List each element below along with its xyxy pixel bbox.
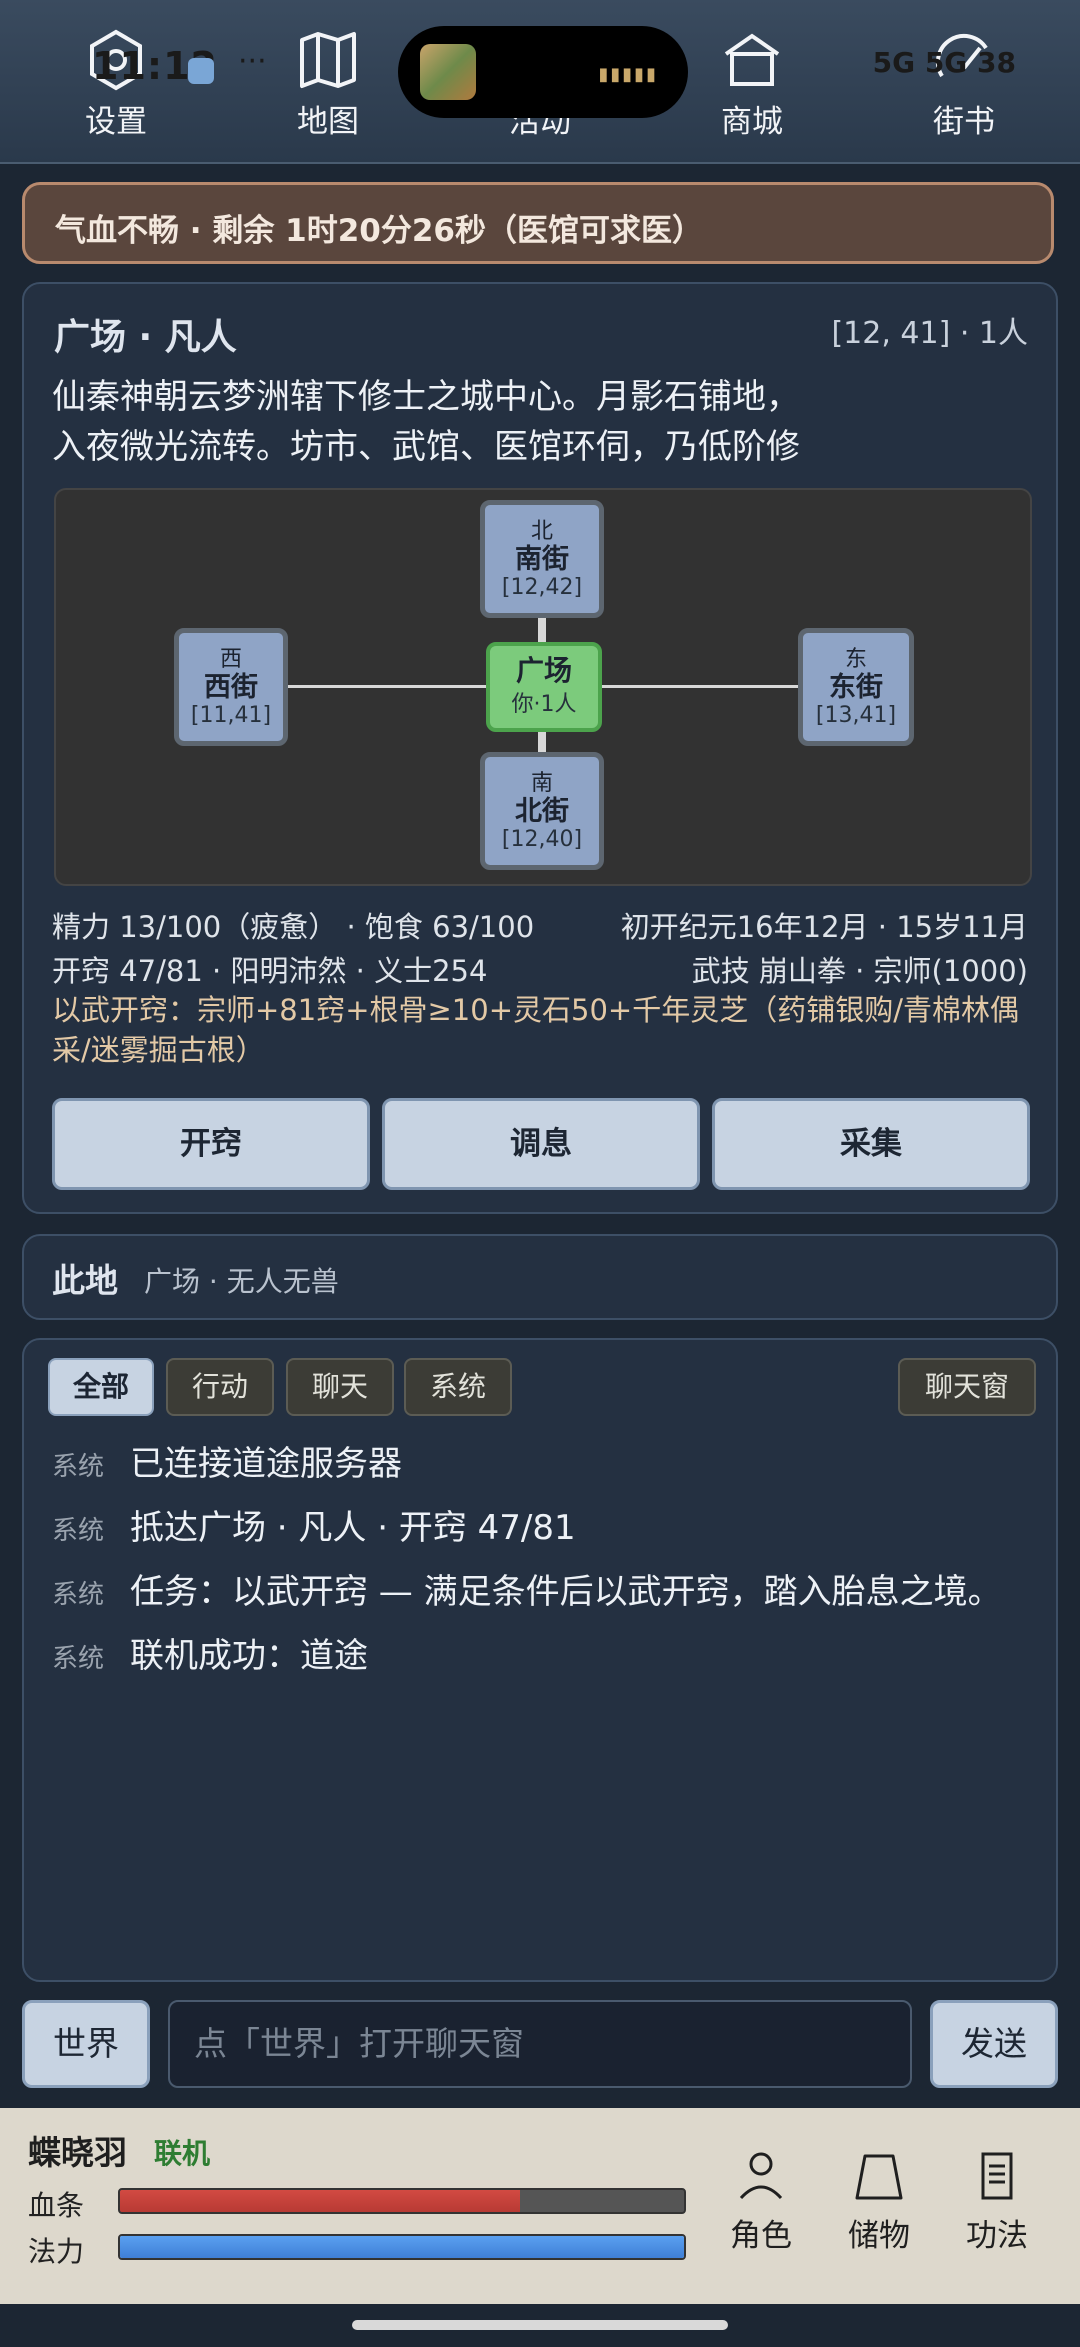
- here-panel: 此地 广场 · 无人无兽: [22, 1234, 1058, 1320]
- world-channel-button[interactable]: 世界: [22, 2000, 150, 2088]
- era-age-stat: 初开纪元16年12月 · 15岁11月: [620, 910, 1028, 944]
- log-panel: 全部 行动 聊天 系统 聊天窗 系统 已连接道途服务器 系统 抵达广场 · 凡人…: [22, 1338, 1058, 1982]
- bag-icon: [855, 2154, 903, 2200]
- home-indicator[interactable]: [352, 2320, 728, 2330]
- map-node-east[interactable]: 东 东街 [13,41]: [798, 628, 914, 746]
- hp-bar-fill: [120, 2190, 521, 2212]
- nav-map[interactable]: 地图: [258, 28, 398, 141]
- location-title: 广场 · 凡人: [54, 317, 237, 358]
- energy-satiety-stat: 精力 13/100（疲惫） · 饱食 63/100: [52, 910, 535, 944]
- map-node-south-name: 北街: [515, 796, 569, 827]
- location-description: 仙秦神朝云梦洲辖下修士之城中心。月影石铺地， 入夜微光流转。坊市、武馆、医馆环伺…: [52, 372, 1032, 472]
- techniques-label: 功法: [966, 2218, 1028, 2254]
- tab-actions[interactable]: 行动: [166, 1358, 274, 1416]
- nav-shop-label: 商城: [721, 104, 783, 140]
- map-node-south-coords: [12,40]: [501, 827, 583, 852]
- gather-button[interactable]: 采集: [712, 1098, 1030, 1190]
- meditate-button[interactable]: 调息: [382, 1098, 700, 1190]
- map-node-current-occupants: 你·1人: [511, 692, 577, 717]
- map-node-east-dir: 东: [844, 647, 867, 672]
- location-desc-line-2: 入夜微光流转。坊市、武馆、医馆环伺，乃低阶修: [52, 427, 800, 467]
- island-activity-bars: ▮▮▮▮▮: [598, 64, 658, 85]
- nav-map-label: 地图: [297, 104, 359, 140]
- nav-street-book-label: 街书: [933, 104, 995, 140]
- open-orifice-button[interactable]: 开窍: [52, 1098, 370, 1190]
- location-coords: [12, 41] · 1人: [831, 316, 1028, 351]
- character-button[interactable]: 角色: [706, 2148, 816, 2255]
- send-button[interactable]: 发送: [930, 2000, 1058, 2088]
- martial-skill-stat: 武技 崩山拳 · 宗师(1000): [691, 954, 1028, 988]
- breakthrough-requirement: 以武开窍：宗师+81窍+根骨≥10+灵石50+千年灵芝（药铺银购/青棉林偶采/迷…: [52, 993, 1019, 1067]
- map-node-south-dir: 南: [530, 771, 553, 796]
- log-message: 已连接道途服务器: [130, 1444, 402, 1484]
- debuff-banner: 气血不畅 · 剩余 1时20分26秒（医馆可求医）: [22, 182, 1054, 264]
- status-app-icon: [188, 58, 214, 84]
- log-message: 任务：以武开窍 — 满足条件后以武开窍，踏入胎息之境。: [130, 1572, 1002, 1612]
- status-more-dots: ···: [238, 44, 267, 79]
- hp-bar: [118, 2188, 686, 2214]
- map-node-current[interactable]: 广场 你·1人: [486, 642, 602, 732]
- debuff-text: 气血不畅 · 剩余 1时20分26秒（医馆可求医）: [55, 213, 704, 249]
- map-node-north-dir: 北: [530, 519, 553, 544]
- tab-system[interactable]: 系统: [404, 1358, 512, 1416]
- map-node-west-coords: [11,41]: [190, 703, 272, 728]
- map-node-north-name: 南街: [515, 544, 569, 575]
- nav-shop[interactable]: 商城: [682, 28, 822, 141]
- tab-all[interactable]: 全部: [48, 1358, 154, 1416]
- location-desc-line-1: 仙秦神朝云梦洲辖下修士之城中心。月影石铺地，: [52, 377, 800, 417]
- inventory-button[interactable]: 储物: [824, 2148, 934, 2255]
- chat-input[interactable]: 点「世界」打开聊天窗: [168, 2000, 912, 2088]
- map-icon: [300, 32, 356, 88]
- log-tag: 系统: [52, 1644, 105, 1674]
- mp-bar-fill: [120, 2236, 684, 2258]
- chat-window-button[interactable]: 聊天窗: [898, 1358, 1036, 1416]
- map-node-west-name: 西街: [204, 672, 258, 703]
- map-node-east-name: 东街: [829, 672, 883, 703]
- log-message: 抵达广场 · 凡人 · 开窍 47/81: [130, 1508, 576, 1548]
- log-tag: 系统: [52, 1516, 105, 1546]
- scroll-icon: [981, 2152, 1013, 2200]
- player-status-bar: 蝶晓羽 联机 血条 法力 角色 储物 功法: [0, 2108, 1080, 2304]
- map-node-north-coords: [12,42]: [501, 575, 583, 600]
- mp-bar: [118, 2234, 686, 2260]
- map-node-west[interactable]: 西 西街 [11,41]: [174, 628, 288, 746]
- hp-label: 血条: [28, 2189, 85, 2222]
- here-label: 此地: [52, 1261, 118, 1300]
- inventory-label: 储物: [848, 2218, 910, 2254]
- map-node-north[interactable]: 北 南街 [12,42]: [480, 500, 604, 618]
- character-label: 角色: [730, 2218, 792, 2254]
- techniques-button[interactable]: 功法: [942, 2148, 1052, 2255]
- island-app-thumbnail: [420, 44, 476, 100]
- tab-chat[interactable]: 聊天: [286, 1358, 394, 1416]
- map-node-east-coords: [13,41]: [815, 703, 897, 728]
- log-tag: 系统: [52, 1452, 105, 1482]
- map-node-south[interactable]: 南 北街 [12,40]: [480, 752, 604, 870]
- log-message: 联机成功：道途: [130, 1636, 368, 1676]
- mp-label: 法力: [28, 2235, 85, 2268]
- map-node-current-name: 广场: [515, 654, 572, 687]
- mini-map: 北 南街 [12,42] 西 西街 [11,41] 广场 你·1人 东 东街 […: [54, 488, 1032, 886]
- map-node-west-dir: 西: [219, 647, 242, 672]
- dynamic-island: ▮▮▮▮▮: [398, 26, 688, 118]
- here-description: 广场 · 无人无兽: [144, 1265, 339, 1298]
- nav-street-book[interactable]: 街书: [894, 28, 1034, 141]
- person-icon: [739, 2152, 783, 2200]
- online-status: 联机: [154, 2137, 211, 2170]
- player-name: 蝶晓羽: [28, 2133, 127, 2172]
- nav-settings-label: 设置: [85, 104, 147, 140]
- status-signal-battery: 5G 5G 38: [872, 46, 1016, 79]
- location-panel: 广场 · 凡人 [12, 41] · 1人 仙秦神朝云梦洲辖下修士之城中心。月影…: [22, 282, 1058, 1214]
- log-tag: 系统: [52, 1580, 105, 1610]
- top-nav-bar: 设置 地图 活动 商城 街书 11:12 ··· ▮▮▮▮▮ 5G 5G 38: [0, 0, 1080, 164]
- orifice-stat: 开窍 47/81 · 阳明沛然 · 义士254: [52, 954, 488, 988]
- shop-icon: [724, 33, 780, 86]
